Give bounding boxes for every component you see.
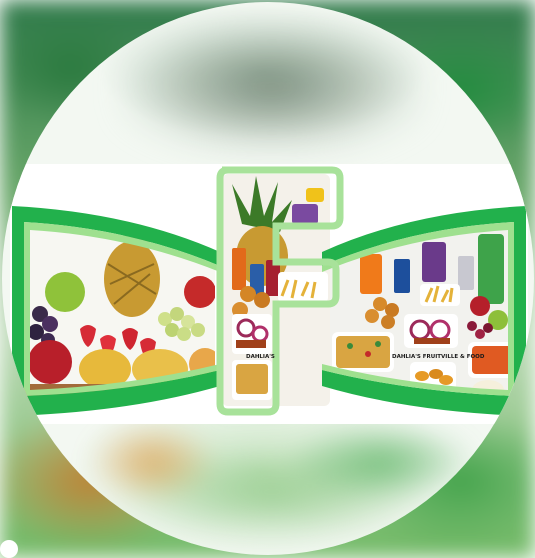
soda-can [394,259,410,293]
logo-graphic [12,166,526,416]
water-bottle [458,256,474,290]
red-apple-large [28,340,72,384]
blurred-top-area [122,22,422,152]
orange-drink [360,254,382,294]
juice-bottle [422,242,446,282]
fries-tray [420,284,460,306]
tray-label-left: DAHLIA'S [246,354,275,360]
tray-label-right: DAHLIA'S FRUITVILLE & FOOD [392,354,485,360]
corner-indicator [0,540,18,558]
logo-banner: DAHLIA'S DAHLIA'S FRUITVILLE & FOOD [10,164,528,424]
red-apple [184,276,215,308]
green-apple [45,272,85,312]
circular-frame: DAHLIA'S DAHLIA'S FRUITVILLE & FOOD [2,2,534,555]
snack-can [478,234,504,304]
apple-right [470,296,490,316]
pineapple [104,216,160,317]
profile-picture: DAHLIA'S DAHLIA'S FRUITVILLE & FOOD [0,0,535,558]
blurred-bottom-area [62,422,482,542]
